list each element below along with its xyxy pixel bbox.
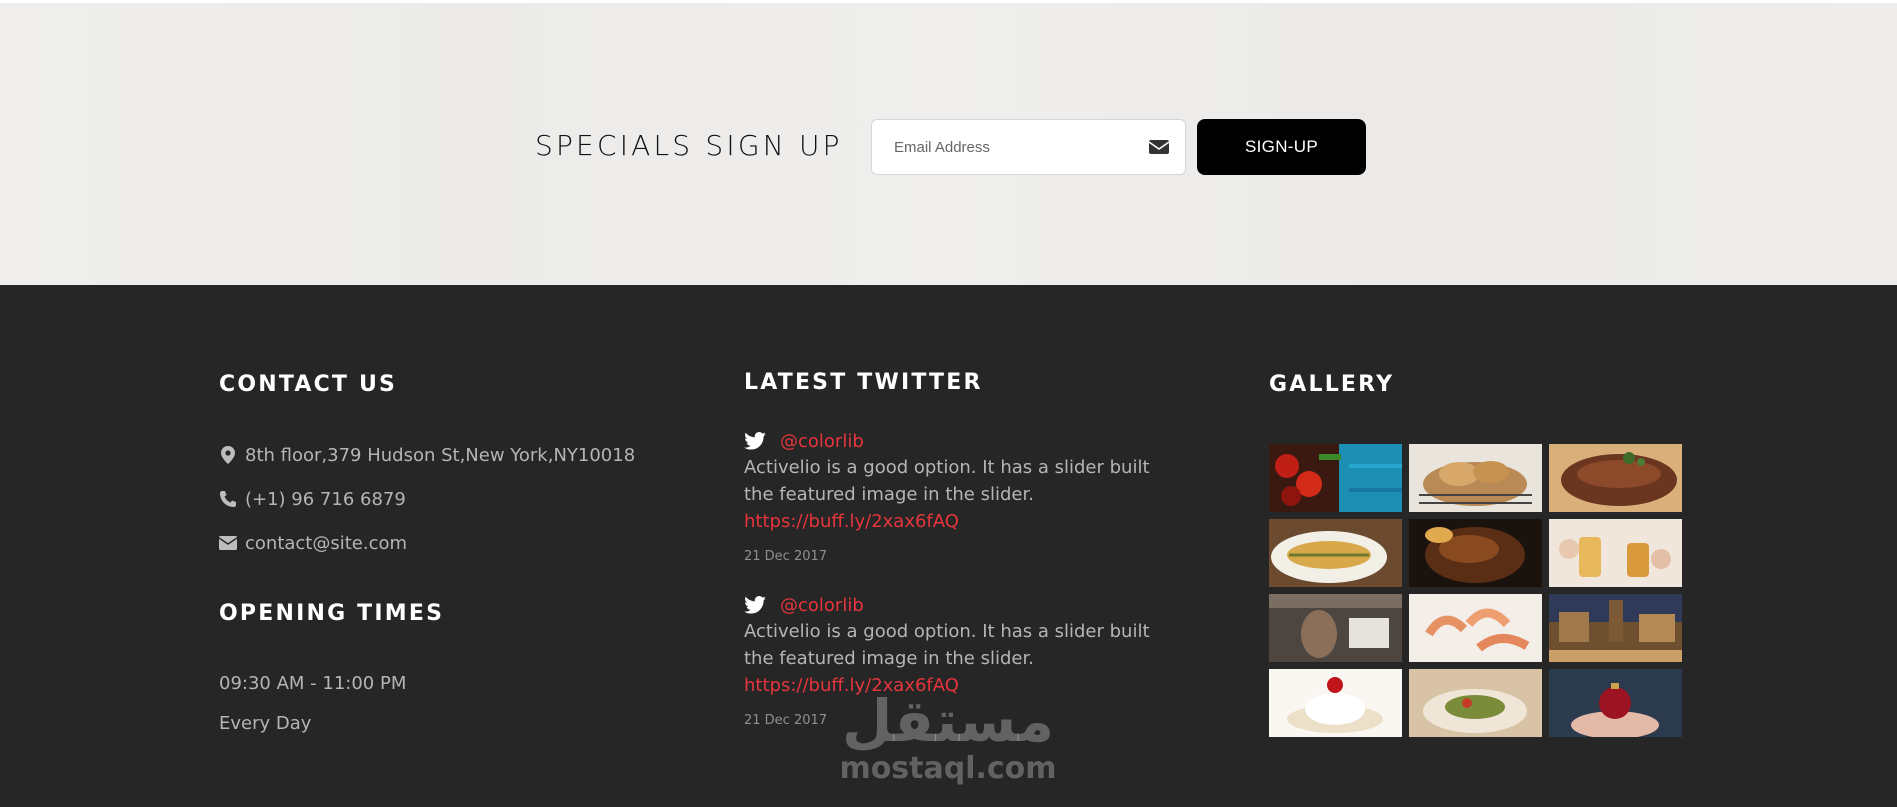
tweet-item: @colorlib Activelio is a good option. It… xyxy=(744,428,1164,565)
tweet-date: 21 Dec 2017 xyxy=(744,713,828,728)
envelope-icon xyxy=(1148,138,1170,156)
gallery-thumb-restaurant-kitchen[interactable] xyxy=(1269,594,1402,662)
gallery-thumb-salad-plate[interactable] xyxy=(1409,669,1542,737)
signup-button[interactable]: SIGN-UP xyxy=(1197,119,1366,175)
email-field-container[interactable] xyxy=(871,119,1186,175)
tweet-text: Activelio is a good option. It has a sli… xyxy=(744,457,1150,505)
gallery-thumb-old-town-square[interactable] xyxy=(1549,594,1682,662)
tweet-item: @colorlib Activelio is a good option. It… xyxy=(744,592,1164,729)
phone-icon xyxy=(219,490,237,508)
gallery-thumb-grilled-steak[interactable] xyxy=(1549,444,1682,512)
contact-phone-row: (+1) 96 716 6879 xyxy=(219,486,406,512)
gallery-thumb-chili-peppers[interactable] xyxy=(1269,444,1402,512)
gallery-thumb-glazed-meat[interactable] xyxy=(1409,519,1542,587)
contact-address: 8th floor,379 Hudson St,New York,NY10018 xyxy=(245,444,636,466)
gallery-thumb-cocktail-glasses[interactable] xyxy=(1549,519,1682,587)
watermark-latin: mostaql.com xyxy=(839,751,1057,786)
gallery-thumb-grilled-fish[interactable] xyxy=(1269,519,1402,587)
signup-title: SPECIALS SIGN UP xyxy=(535,129,843,162)
contact-email-row: contact@site.com xyxy=(219,530,407,556)
map-marker-icon xyxy=(219,446,237,464)
tweet-date: 21 Dec 2017 xyxy=(744,549,828,564)
contact-email[interactable]: contact@site.com xyxy=(245,533,407,554)
tweet-handle-link[interactable]: @colorlib xyxy=(780,431,864,452)
gallery-thumb-cherry-dessert[interactable] xyxy=(1269,669,1402,737)
tweet-url-link[interactable]: https://buff.ly/2xax6fAQ xyxy=(744,672,1164,699)
tweet-text: Activelio is a good option. It has a sli… xyxy=(744,621,1150,669)
twitter-bird-icon xyxy=(744,596,766,614)
envelope-icon xyxy=(219,534,237,552)
opening-times-heading: OPENING TIMES xyxy=(219,601,445,626)
gallery-thumb-bread-basket[interactable] xyxy=(1409,444,1542,512)
email-input[interactable] xyxy=(894,120,1134,174)
twitter-bird-icon xyxy=(744,432,766,450)
contact-us-heading: CONTACT US xyxy=(219,372,398,397)
contact-address-row: 8th floor,379 Hudson St,New York,NY10018 xyxy=(219,442,635,468)
tweet-handle-link[interactable]: @colorlib xyxy=(780,595,864,616)
tweet-url-link[interactable]: https://buff.ly/2xax6fAQ xyxy=(744,508,1164,535)
opening-days: Every Day xyxy=(219,713,312,734)
gallery-heading: GALLERY xyxy=(1269,372,1395,397)
latest-twitter-heading: LATEST TWITTER xyxy=(744,370,983,395)
opening-hours: 09:30 AM - 11:00 PM xyxy=(219,673,407,694)
gallery-grid xyxy=(1269,444,1682,737)
gallery-thumb-shrimp-platter[interactable] xyxy=(1409,594,1542,662)
contact-phone[interactable]: (+1) 96 716 6879 xyxy=(245,489,406,510)
specials-signup-section: SPECIALS SIGN UP SIGN-UP xyxy=(0,0,1897,285)
gallery-thumb-ornament-in-hands[interactable] xyxy=(1549,669,1682,737)
